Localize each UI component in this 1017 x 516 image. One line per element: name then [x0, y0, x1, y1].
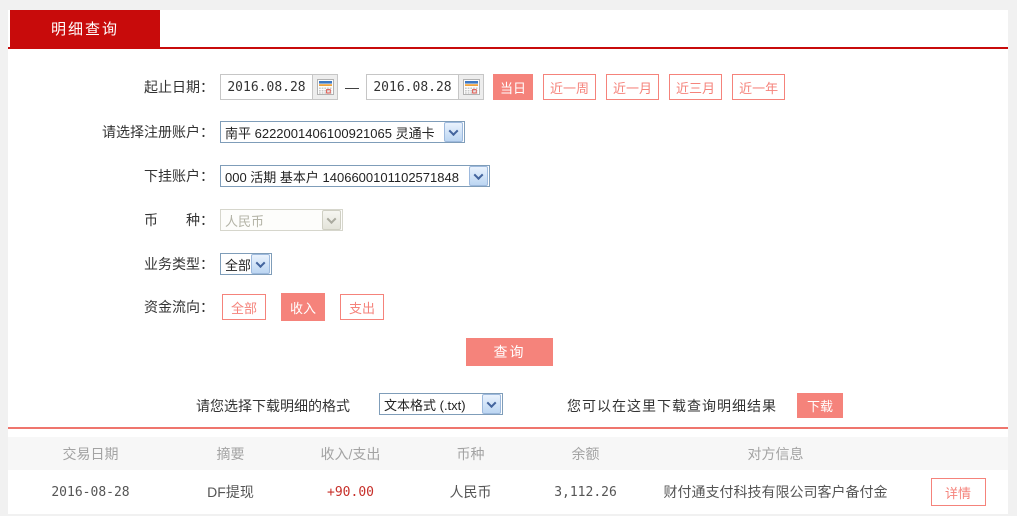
sub-account-value: 000 活期 基本户 1406600101102571848	[225, 169, 459, 185]
start-date-value: 2016.08.28	[227, 79, 306, 95]
end-date-value: 2016.08.28	[373, 79, 452, 95]
sub-account-label: 下挂账户：	[144, 168, 214, 184]
start-date-input[interactable]: 2016.08.28	[220, 74, 338, 100]
download-format-label: 请您选择下载明细的格式	[196, 398, 350, 414]
fund-direction-expense-button[interactable]: 支出	[340, 294, 385, 320]
cell-currency: 人民币	[449, 484, 492, 500]
end-date-input[interactable]: 2016.08.28	[366, 74, 484, 100]
chevron-down-icon	[482, 394, 501, 414]
start-date-calendar-button[interactable]	[312, 75, 337, 99]
currency-value: 人民币	[225, 213, 265, 229]
business-type-label: 业务类型：	[144, 256, 214, 272]
date-range-label: 起止日期：	[144, 79, 214, 95]
chevron-down-icon	[251, 254, 270, 274]
cell-summary: DF提现	[207, 484, 254, 500]
fund-direction-all-button[interactable]: 全部	[222, 294, 267, 320]
header-summary: 摘要	[216, 445, 245, 462]
tab-underline	[8, 47, 1008, 49]
quick-range-month-button[interactable]: 近一月	[606, 74, 660, 100]
date-range-separator: —	[345, 79, 359, 95]
quick-range-year-button[interactable]: 近一年	[732, 74, 786, 100]
cell-balance: 3,112.26	[554, 484, 617, 500]
cell-amount: +90.00	[327, 484, 374, 500]
tab-bar: 明细查询	[8, 10, 1008, 47]
quick-range-week-button[interactable]: 近一周	[543, 74, 597, 100]
tab-detail-query[interactable]: 明细查询	[10, 10, 160, 47]
fund-direction-label: 资金流向：	[144, 299, 214, 315]
quick-range-three-month-button[interactable]: 近三月	[669, 74, 723, 100]
results-table-header: 交易日期 摘要 收入/支出 币种 余额 对方信息	[8, 437, 1008, 470]
detail-query-page: 明细查询 起止日期： 2016.08.28 — 2016.08.28 当日 近一…	[0, 0, 1017, 516]
registered-account-select[interactable]: 南平 6222001406100921065 灵通卡	[220, 121, 465, 143]
sub-account-row: 下挂账户： 000 活期 基本户 1406600101102571848	[8, 163, 1008, 189]
download-format-value: 文本格式 (.txt)	[384, 397, 466, 413]
sub-account-select[interactable]: 000 活期 基本户 1406600101102571848	[220, 165, 490, 187]
download-format-select[interactable]: 文本格式 (.txt)	[379, 393, 503, 415]
currency-row: 币 种： 人民币	[8, 207, 1008, 233]
currency-select: 人民币	[220, 209, 343, 231]
calendar-icon	[316, 79, 334, 95]
business-type-row: 业务类型： 全部	[8, 251, 1008, 277]
chevron-down-icon	[322, 210, 341, 230]
header-counterparty: 对方信息	[747, 445, 804, 462]
header-balance: 余额	[571, 445, 600, 462]
header-transaction-date: 交易日期	[62, 445, 119, 462]
section-separator	[8, 427, 1008, 429]
detail-button[interactable]: 详情	[930, 478, 986, 506]
cell-counterparty: 财付通支付科技有限公司客户备付金	[663, 484, 888, 500]
business-type-value: 全部	[225, 257, 250, 273]
date-range-row: 起止日期： 2016.08.28 — 2016.08.28 当日 近一周 近一月…	[8, 74, 1008, 100]
quick-range-today-button[interactable]: 当日	[493, 74, 534, 100]
calendar-icon	[462, 79, 480, 95]
chevron-down-icon	[444, 122, 463, 142]
download-row: 请您选择下载明细的格式 文本格式 (.txt) 您可以在这里下载查询明细结果 下…	[8, 392, 1008, 418]
header-currency: 币种	[456, 445, 485, 462]
table-row: 2016-08-28 DF提现 +90.00 人民币 3,112.26 财付通支…	[8, 470, 1008, 514]
download-hint-text: 您可以在这里下载查询明细结果	[567, 398, 777, 414]
currency-label: 币 种：	[144, 212, 214, 228]
fund-direction-income-button[interactable]: 收入	[281, 293, 326, 321]
header-income-expense: 收入/支出	[320, 445, 381, 462]
business-type-select[interactable]: 全部	[220, 253, 272, 275]
registered-account-value: 南平 6222001406100921065 灵通卡	[225, 125, 435, 141]
chevron-down-icon	[469, 166, 488, 186]
content-card: 明细查询 起止日期： 2016.08.28 — 2016.08.28 当日 近一…	[8, 10, 1008, 514]
fund-direction-row: 资金流向： 全部 收入 支出	[8, 293, 1008, 321]
end-date-calendar-button[interactable]	[458, 75, 483, 99]
download-button[interactable]: 下载	[797, 393, 843, 418]
query-button[interactable]: 查询	[466, 338, 553, 366]
registered-account-row: 请选择注册账户： 南平 6222001406100921065 灵通卡	[8, 119, 1008, 145]
cell-transaction-date: 2016-08-28	[51, 484, 130, 500]
registered-account-label: 请选择注册账户：	[102, 124, 214, 140]
